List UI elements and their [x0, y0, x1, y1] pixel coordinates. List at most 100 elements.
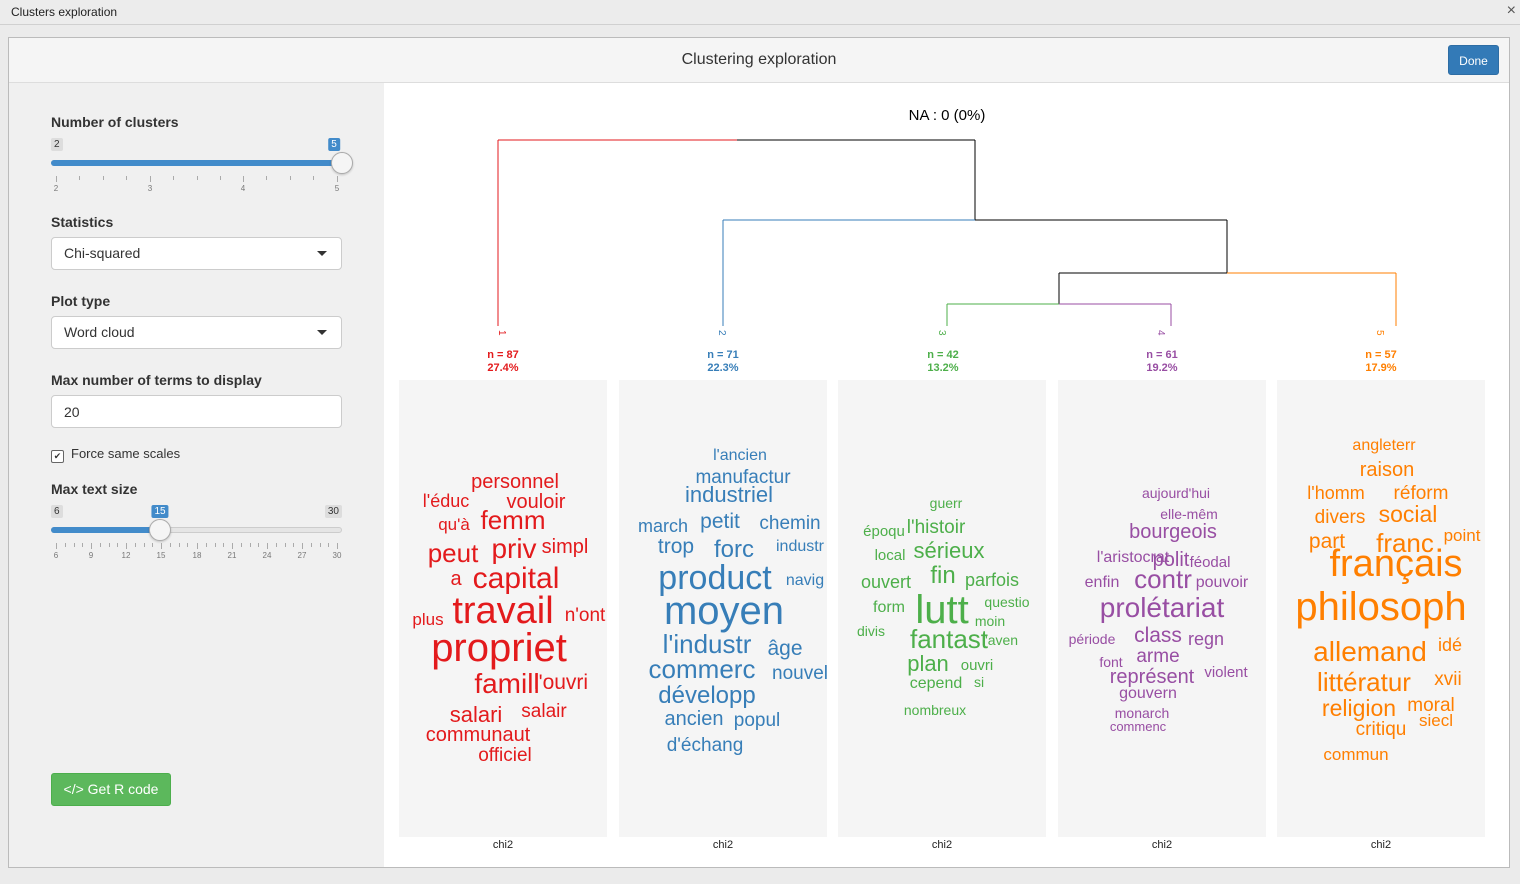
wordcloud-term: local	[874, 547, 906, 564]
slider-minor-tick	[117, 543, 118, 547]
plot-type-select[interactable]: Word cloud	[51, 316, 342, 349]
wordcloud-term: âge	[767, 637, 803, 660]
slider-minor-tick	[285, 543, 286, 547]
cluster-percent: 22.3%	[707, 362, 739, 374]
wordcloud-term: xvii	[1434, 669, 1462, 690]
slider-minor-tick	[220, 176, 221, 180]
wordcloud-term: l'ancien	[713, 447, 767, 464]
cluster-n: n = 57	[1365, 349, 1397, 361]
text-size-slider-current-label: 15	[151, 505, 169, 518]
slider-minor-tick	[103, 176, 104, 180]
wordcloud-term: commerc	[648, 654, 756, 684]
slider-minor-tick	[170, 543, 171, 547]
wordcloud-term: divers	[1314, 507, 1366, 528]
slider-minor-tick	[82, 543, 83, 547]
slider-tick	[302, 543, 303, 549]
cluster-size-label: n = 61 19.2%	[1102, 349, 1222, 375]
slider-tick	[56, 176, 57, 182]
dendrogram-leaf-label: 5	[1374, 330, 1385, 336]
wordcloud-term: communaut	[425, 724, 531, 746]
wordcloud-term: popul	[733, 710, 781, 731]
cluster-n: n = 87	[487, 349, 519, 361]
controls-sidebar: Number of clusters 2552345 Statistics Ch…	[9, 83, 384, 867]
wordcloud-term: nouvel	[772, 663, 827, 684]
slider-minor-tick	[293, 543, 294, 547]
close-icon[interactable]: ×	[1507, 2, 1516, 20]
n-clusters-slider-min-label: 2	[51, 138, 63, 151]
text-size-slider-fill	[51, 527, 160, 533]
wordcloud-term: prolétariat	[1099, 592, 1225, 623]
slider-tick	[150, 176, 151, 182]
wordcloud-term: cepend	[909, 675, 963, 692]
window-title: Clusters exploration	[11, 5, 118, 19]
n-clusters-slider-handle[interactable]	[331, 152, 353, 174]
wordcloud-term: l'histoir	[906, 517, 966, 538]
get-r-code-button[interactable]: </> Get R code	[51, 773, 171, 806]
slider-minor-tick	[250, 543, 251, 547]
max-terms-input[interactable]	[51, 395, 342, 428]
same-scales-label: Force same scales	[71, 446, 181, 461]
slider-tick	[337, 176, 338, 182]
slider-minor-tick	[197, 176, 198, 180]
wordcloud-term: ouvri	[960, 657, 994, 674]
wordcloud-term: ancien	[664, 708, 724, 730]
dendrogram-leaf-labels: 1 2 3 4 5	[496, 330, 1385, 336]
wordcloud-term: simpl	[541, 536, 589, 558]
n-clusters-slider[interactable]: 2552345	[51, 138, 353, 200]
slider-tick	[243, 176, 244, 182]
wordcloud-term: commun	[1323, 745, 1389, 764]
slider-minor-tick	[290, 176, 291, 180]
cluster-size-label: n = 57 17.9%	[1321, 349, 1441, 375]
n-clusters-label: Number of clusters	[51, 114, 179, 130]
wordcloud-term: pouvoir	[1195, 574, 1249, 591]
same-scales-checkbox-row[interactable]: ✔ Force same scales	[51, 446, 180, 463]
cluster-n: n = 61	[1146, 349, 1178, 361]
slider-tick	[56, 543, 57, 549]
wordcloud-term: guerr	[929, 495, 963, 511]
slider-minor-tick	[276, 543, 277, 547]
wordcloud-term: officiel	[478, 745, 532, 766]
slider-minor-tick	[135, 543, 136, 547]
wordcloud-term: époqu	[863, 523, 905, 540]
slider-minor-tick	[241, 543, 242, 547]
statistics-select[interactable]: Chi-squared	[51, 237, 342, 270]
slider-tick-label: 18	[192, 551, 202, 560]
wordcloud-term: l'éduc	[422, 491, 470, 511]
checkbox-checked-icon[interactable]: ✔	[51, 450, 64, 463]
slider-tick-label: 30	[332, 551, 342, 560]
wordcloud-term: personnel	[471, 471, 559, 493]
wordcloud-term: a	[450, 568, 462, 590]
wordcloud-term: littératur	[1317, 667, 1411, 697]
wordcloud-term: peut	[427, 538, 479, 568]
slider-tick	[337, 543, 338, 549]
slider-tick	[161, 543, 162, 549]
slider-minor-tick	[320, 543, 321, 547]
wordcloud-term: fantast	[909, 624, 989, 654]
slider-minor-tick	[311, 543, 312, 547]
text-size-slider-handle[interactable]	[149, 519, 171, 541]
wordcloud-term: d'échang	[666, 735, 744, 756]
done-button[interactable]: Done	[1448, 45, 1499, 75]
max-text-size-label: Max text size	[51, 481, 138, 497]
slider-minor-tick	[179, 543, 180, 547]
slider-minor-tick	[223, 543, 224, 547]
statistics-label: Statistics	[51, 214, 114, 230]
wordcloud-term: aujourd'hui	[1141, 485, 1211, 501]
slider-minor-tick	[258, 543, 259, 547]
cluster-wordcloud: aujourd'hui elle-mêm bourgeois l'aristocrat…	[1058, 380, 1266, 837]
wordcloud-term: petit	[700, 510, 740, 533]
wordcloud-term: navig	[785, 572, 825, 589]
wordcloud-term: l'aven	[981, 632, 1019, 648]
slider-tick-label: 4	[240, 184, 246, 193]
wordcloud-term: salari	[449, 702, 503, 727]
cluster-n: n = 42	[927, 349, 959, 361]
max-text-size-slider[interactable]: 6 30 15 6 9 12 15 18 21 24 27 30	[51, 505, 342, 567]
wordcloud-term: point	[1443, 526, 1481, 545]
wordcloud-term: siecl	[1418, 711, 1454, 730]
wordcloud-term: monarch	[1114, 705, 1170, 721]
wordcloud-term: social	[1378, 501, 1438, 527]
slider-tick-label: 2	[53, 184, 59, 193]
cluster-plot: NA : 0 (0%) 12345 n = 87 27.4% personnel l'…	[385, 83, 1509, 867]
slider-tick-label: 5	[334, 184, 340, 193]
chevron-down-icon	[317, 251, 327, 256]
